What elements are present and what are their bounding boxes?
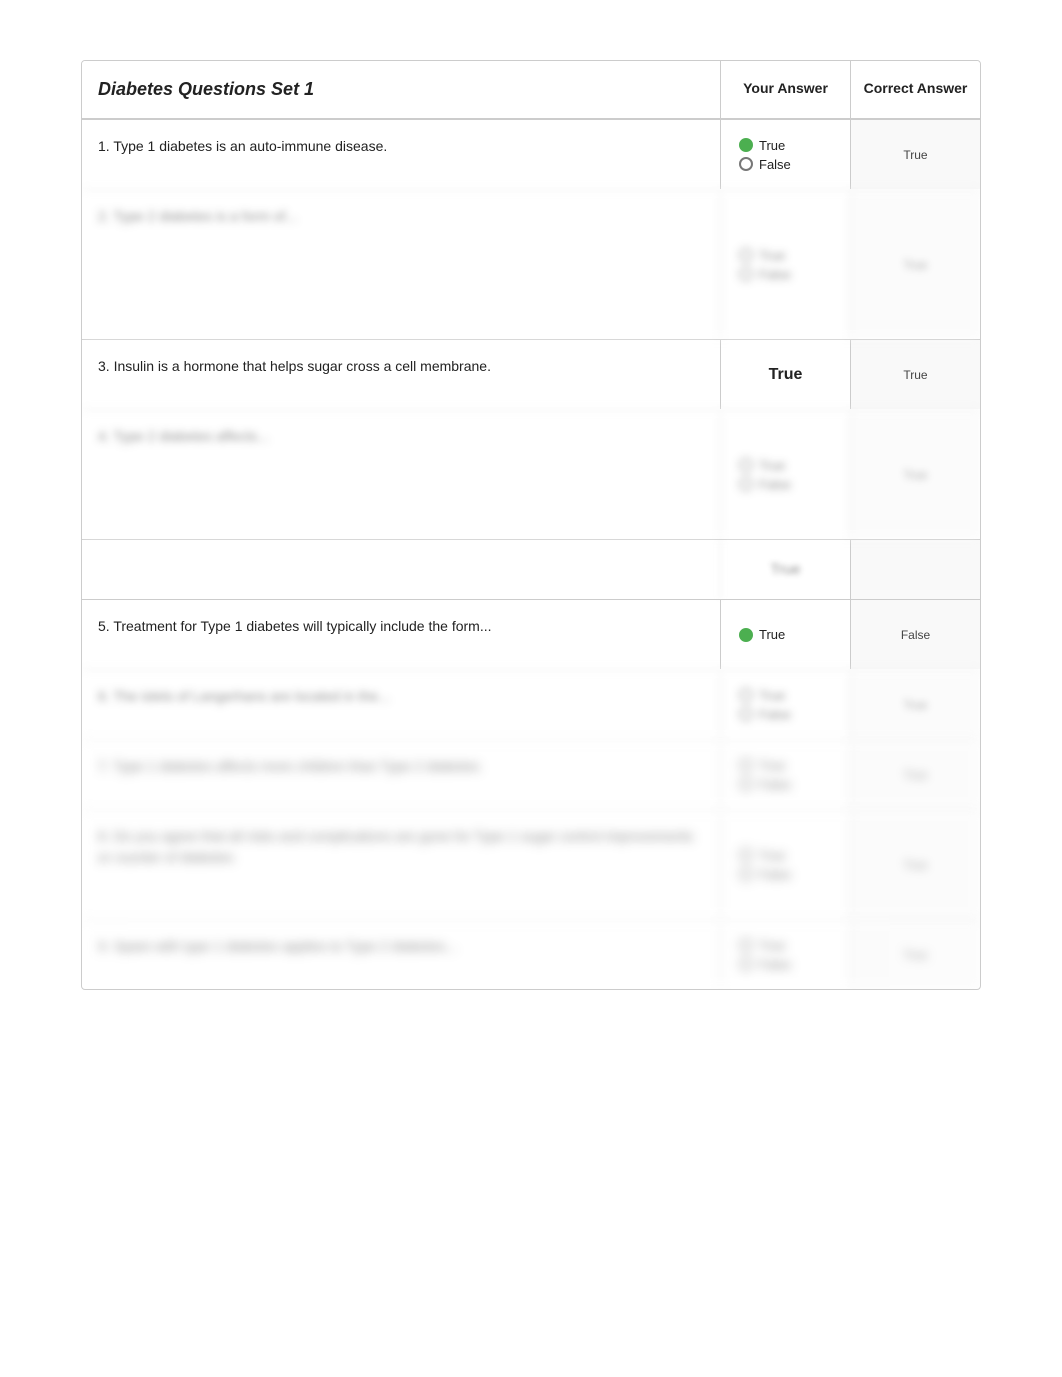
correct-value-2: True xyxy=(903,258,927,272)
spacer-answer-cell: True xyxy=(720,540,850,599)
radio-group-1: True False xyxy=(731,138,840,172)
table-row: 8. Do you agree that all risks and compl… xyxy=(82,809,980,919)
your-answer-8: True False xyxy=(720,810,850,919)
radio-true-8 xyxy=(739,848,753,862)
correct-answer-9: True xyxy=(850,920,980,989)
your-answer-4: True False xyxy=(720,410,850,539)
your-answer-header: Your Answer xyxy=(720,61,850,118)
radio-false-4 xyxy=(739,477,753,491)
radio-false-8 xyxy=(739,867,753,881)
radio-row-false-1[interactable]: False xyxy=(739,157,840,172)
selected-answer-3: True xyxy=(769,366,803,384)
radio-true-7 xyxy=(739,758,753,772)
your-answer-1: True False xyxy=(720,120,850,189)
your-answer-3: True xyxy=(720,340,850,409)
option-true-1: True xyxy=(759,138,785,153)
spacer-correct-cell xyxy=(850,540,980,599)
correct-answer-6: True xyxy=(850,670,980,739)
option-false-1: False xyxy=(759,157,791,172)
radio-true-9 xyxy=(739,938,753,952)
question-7: 7. Type 1 diabetes affects more children… xyxy=(82,740,720,809)
radio-false-7 xyxy=(739,777,753,791)
radio-true-6 xyxy=(739,688,753,702)
option-false-4: False xyxy=(759,477,791,492)
your-answer-6: True False xyxy=(720,670,850,739)
correct-answer-1: True xyxy=(850,120,980,189)
radio-true-2 xyxy=(739,248,753,262)
radio-true-4 xyxy=(739,458,753,472)
question-8: 8. Do you agree that all risks and compl… xyxy=(82,810,720,919)
your-answer-7: True False xyxy=(720,740,850,809)
option-true-5: True xyxy=(759,627,785,642)
correct-value-1: True xyxy=(903,148,927,162)
table-row: 6. The islets of Langerhans are located … xyxy=(82,669,980,739)
correct-answer-7: True xyxy=(850,740,980,809)
correct-value-5: False xyxy=(901,628,930,642)
radio-true-5[interactable] xyxy=(739,628,753,642)
question-6: 6. The islets of Langerhans are located … xyxy=(82,670,720,739)
question-2: 2. Type 2 diabetes is a form of... xyxy=(82,190,720,339)
table-row: 1. Type 1 diabetes is an auto-immune dis… xyxy=(82,119,980,189)
radio-false-2 xyxy=(739,267,753,281)
radio-false-9 xyxy=(739,957,753,971)
correct-answer-5: False xyxy=(850,600,980,669)
your-answer-9: True False xyxy=(720,920,850,989)
question-1: 1. Type 1 diabetes is an auto-immune dis… xyxy=(82,120,720,189)
your-answer-5: True xyxy=(720,600,850,669)
option-true-2: True xyxy=(759,248,785,263)
table-row: 9. Spare with type 1 diabetes applies to… xyxy=(82,919,980,989)
question-4: 4. Type 2 diabetes affects... xyxy=(82,410,720,539)
correct-answer-3: True xyxy=(850,340,980,409)
quiz-header: Diabetes Questions Set 1 Your Answer Cor… xyxy=(82,61,980,119)
correct-value-3: True xyxy=(903,368,927,382)
correct-answer-4: True xyxy=(850,410,980,539)
question-3: 3. Insulin is a hormone that helps sugar… xyxy=(82,340,720,409)
option-true-4: True xyxy=(759,458,785,473)
radio-false-6 xyxy=(739,707,753,721)
table-row: True xyxy=(82,539,980,599)
option-false-2: False xyxy=(759,267,791,282)
radio-true-1[interactable] xyxy=(739,138,753,152)
correct-answer-header: Correct Answer xyxy=(850,61,980,118)
table-row: 7. Type 1 diabetes affects more children… xyxy=(82,739,980,809)
quiz-container: Diabetes Questions Set 1 Your Answer Cor… xyxy=(81,60,981,990)
table-row: 4. Type 2 diabetes affects... True False… xyxy=(82,409,980,539)
correct-answer-8: True xyxy=(850,810,980,919)
radio-row-true-1[interactable]: True xyxy=(739,138,840,153)
question-9: 9. Spare with type 1 diabetes applies to… xyxy=(82,920,720,989)
your-answer-2: True False xyxy=(720,190,850,339)
radio-false-1[interactable] xyxy=(739,157,753,171)
table-row: 2. Type 2 diabetes is a form of... True … xyxy=(82,189,980,339)
spacer-q-cell xyxy=(82,540,720,599)
table-row: 3. Insulin is a hormone that helps sugar… xyxy=(82,339,980,409)
table-row: 5. Treatment for Type 1 diabetes will ty… xyxy=(82,599,980,669)
quiz-title: Diabetes Questions Set 1 xyxy=(82,61,720,118)
correct-answer-2: True xyxy=(850,190,980,339)
question-5: 5. Treatment for Type 1 diabetes will ty… xyxy=(82,600,720,669)
correct-value-4: True xyxy=(903,468,927,482)
